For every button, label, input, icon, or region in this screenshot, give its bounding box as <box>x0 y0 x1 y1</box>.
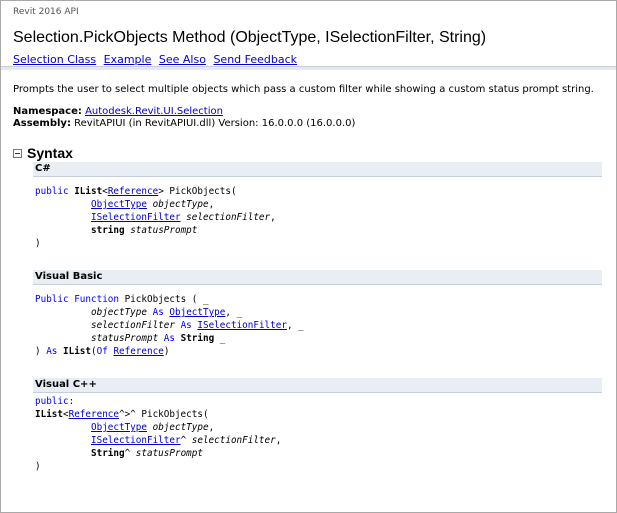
vb-code-block: Visual Basic Public Function PickObjects… <box>33 270 602 364</box>
code-keyword: Public <box>35 294 69 305</box>
page-header: Revit 2016 API Selection.PickObjects Met… <box>1 1 616 70</box>
main-content: Prompts the user to select multiple obje… <box>1 67 616 479</box>
code-type: IList <box>35 409 63 420</box>
iselectionfilter-link[interactable]: ISelectionFilter <box>91 212 181 223</box>
code-keyword: Of <box>96 346 108 357</box>
code-method-name: PickObjects <box>169 186 231 197</box>
send-feedback-link[interactable]: Send Feedback <box>213 53 297 66</box>
cpp-code-block: Visual C++ public: IList<Reference^>^ Pi… <box>33 378 602 479</box>
example-link[interactable]: Example <box>104 53 152 66</box>
code-keyword: As <box>163 333 175 344</box>
code-type: String <box>180 333 215 344</box>
header-divider <box>1 67 616 70</box>
cpp-code: public: IList<Reference^>^ PickObjects( … <box>33 393 602 479</box>
help-page: Revit 2016 API Selection.PickObjects Met… <box>0 0 617 513</box>
objecttype-link[interactable]: ObjectType <box>91 199 147 210</box>
code-param: selectionFilter <box>91 320 175 331</box>
cpp-label: Visual C++ <box>33 378 602 393</box>
iselectionfilter-link[interactable]: ISelectionFilter <box>197 320 287 331</box>
code-keyword: public <box>35 186 69 197</box>
assembly-line: Assembly: RevitAPIUI (in RevitAPIUI.dll)… <box>13 118 604 130</box>
code-method-name: PickObjects <box>124 294 187 305</box>
namespace-line: Namespace: Autodesk.Revit.UI.Selection <box>13 106 604 118</box>
vb-code: Public Function PickObjects ( _ objectTy… <box>33 285 602 364</box>
code-keyword: As <box>180 320 192 331</box>
reference-link[interactable]: Reference <box>108 186 158 197</box>
code-param: selectionFilter <box>191 435 276 446</box>
api-label: Revit 2016 API <box>13 7 79 17</box>
vb-label: Visual Basic <box>33 270 602 285</box>
code-param: objectType <box>152 199 209 210</box>
syntax-section-header: Syntax <box>13 144 604 162</box>
syntax-title: Syntax <box>27 145 73 161</box>
selection-class-link[interactable]: Selection Class <box>13 53 96 66</box>
code-param: statusPrompt <box>135 448 203 459</box>
code-keyword: public: <box>35 396 75 407</box>
csharp-code-block: C# public IList<Reference> PickObjects( … <box>33 162 602 256</box>
iselectionfilter-link[interactable]: ISelectionFilter <box>91 435 181 446</box>
code-type: String <box>91 448 125 459</box>
collapse-minus-icon[interactable] <box>13 148 22 158</box>
reference-link[interactable]: Reference <box>69 409 119 420</box>
code-keyword: As <box>152 307 164 318</box>
code-param: selectionFilter <box>186 212 271 223</box>
csharp-label: C# <box>33 162 602 177</box>
reference-link[interactable]: Reference <box>113 346 163 357</box>
objecttype-link[interactable]: ObjectType <box>169 307 225 318</box>
code-type: string <box>91 225 125 236</box>
code-type: IList <box>63 346 92 357</box>
code-keyword: Function <box>74 294 119 305</box>
namespace-label: Namespace: <box>13 106 82 117</box>
code-param: objectType <box>91 307 147 318</box>
csharp-code: public IList<Reference> PickObjects( Obj… <box>33 177 602 256</box>
namespace-link[interactable]: Autodesk.Revit.UI.Selection <box>85 106 223 117</box>
header-links: Selection Class Example See Also Send Fe… <box>13 53 604 67</box>
code-keyword: As <box>46 346 58 357</box>
code-type: IList <box>74 186 103 197</box>
code-method-name: PickObjects <box>141 409 203 420</box>
code-param: objectType <box>152 422 209 433</box>
method-summary: Prompts the user to select multiple obje… <box>13 84 594 95</box>
objecttype-link[interactable]: ObjectType <box>91 422 147 433</box>
assembly-label: Assembly: <box>13 118 71 129</box>
code-param: statusPrompt <box>130 225 198 236</box>
assembly-value: RevitAPIUI (in RevitAPIUI.dll) Version: … <box>74 118 356 129</box>
page-title: Selection.PickObjects Method (ObjectType… <box>13 29 487 46</box>
see-also-link[interactable]: See Also <box>159 53 206 66</box>
code-param: statusPrompt <box>91 333 159 344</box>
